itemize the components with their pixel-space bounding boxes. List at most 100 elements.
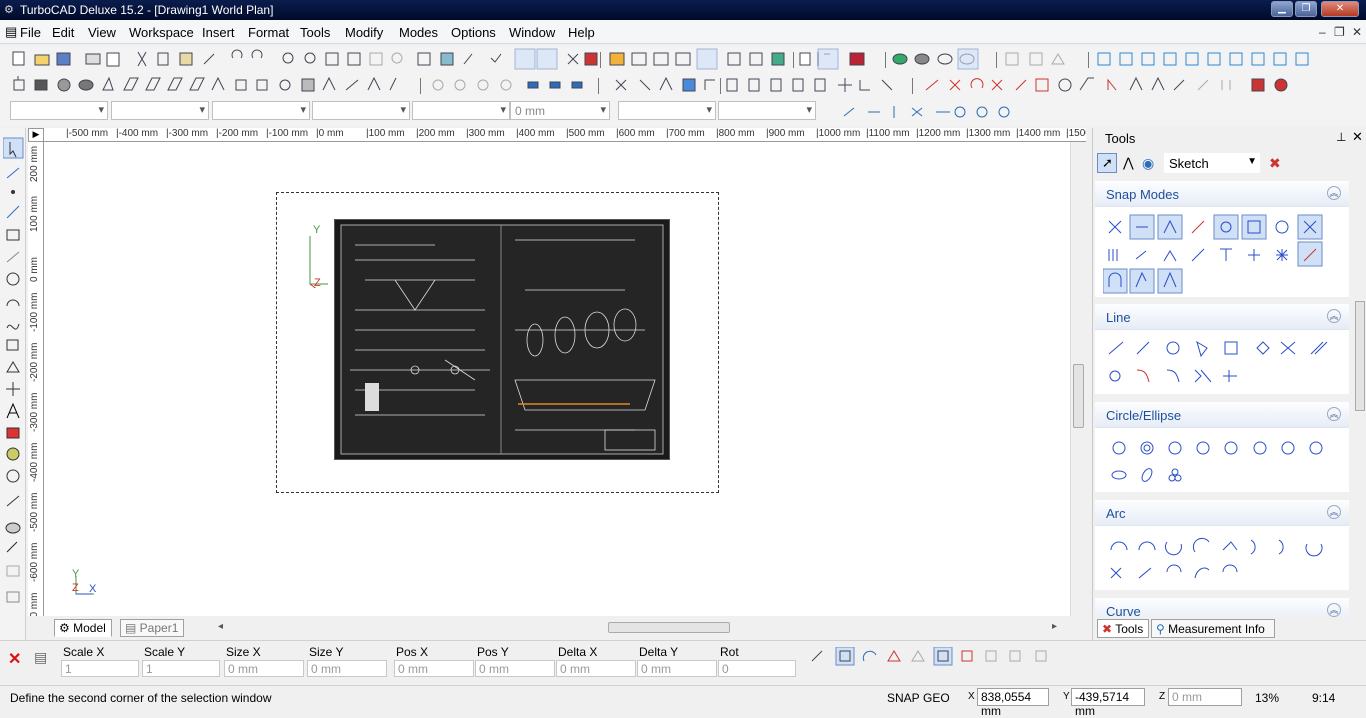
menu-help[interactable]: Help — [568, 25, 595, 40]
mdi-restore-button[interactable]: ❐ — [1334, 25, 1345, 39]
size-y-field[interactable]: 0 mm — [307, 660, 387, 677]
menu-insert[interactable]: Insert — [202, 25, 235, 40]
ruler-tick-label: |1100 mm — [866, 128, 910, 139]
snap-modes-header[interactable]: Snap Modes ︽ — [1095, 181, 1349, 207]
tab-tools[interactable]: ✖ Tools — [1097, 619, 1149, 638]
tab-model[interactable]: ⚙ Model — [54, 619, 112, 637]
close-button[interactable]: ✕ — [1321, 1, 1359, 17]
style-combo[interactable] — [718, 101, 816, 120]
label-pos-x: Pos X — [396, 645, 429, 659]
vertical-scroll-thumb[interactable] — [1073, 364, 1084, 428]
line-tool-icons[interactable] — [1105, 336, 1345, 392]
delta-y-field[interactable]: 0 mm — [637, 660, 717, 677]
globe-icon[interactable]: ◉ — [1142, 155, 1154, 172]
toolbar-icons-row2[interactable] — [0, 72, 1366, 98]
circle-tool-icons[interactable] — [1105, 436, 1345, 490]
y-coordinate-field[interactable]: -439,5714 mm — [1071, 688, 1145, 718]
collapse-icon[interactable]: ︽ — [1327, 603, 1341, 617]
menu-options[interactable]: Options — [451, 25, 496, 40]
collapse-icon[interactable]: ︽ — [1327, 407, 1341, 421]
drawing-toolbar — [0, 72, 1366, 98]
collapse-icon[interactable]: ︽ — [1327, 309, 1341, 323]
drawing-canvas[interactable]: Y Z Y Z X — [44, 142, 1070, 616]
menu-window[interactable]: Window — [509, 25, 555, 40]
mdi-minimize-button[interactable]: – — [1319, 25, 1326, 39]
minimize-button[interactable]: ▁ — [1271, 1, 1293, 17]
ruler-corner[interactable]: ▶ — [28, 128, 44, 142]
panel-close-icon[interactable]: ✕ — [1352, 129, 1363, 145]
toolbar-icons-row1[interactable] — [0, 46, 1366, 72]
arc-tool-icons[interactable] — [1105, 534, 1345, 588]
horizontal-scrollbar[interactable]: ◂ ▸ — [216, 620, 1062, 636]
ruler-tick-label: |900 mm — [766, 128, 805, 139]
menu-view[interactable]: View — [88, 25, 116, 40]
left-tool-icons[interactable] — [3, 136, 25, 631]
edit-icon[interactable]: ⋀ — [1123, 155, 1134, 171]
toolbox-tab-icon: ✖ — [1102, 622, 1113, 636]
status-bar: Define the second corner of the selectio… — [0, 685, 1366, 718]
menu-format[interactable]: Format — [248, 25, 289, 40]
fill-combo[interactable] — [618, 101, 716, 120]
pen-width-combo[interactable] — [312, 101, 410, 120]
collapse-icon[interactable]: ︽ — [1327, 186, 1341, 200]
z-coordinate-field[interactable]: 0 mm — [1168, 688, 1242, 706]
snap-toggle[interactable]: SNAP — [887, 691, 920, 705]
horizontal-scroll-thumb[interactable] — [608, 622, 730, 633]
pos-y-field[interactable]: 0 mm — [475, 660, 555, 677]
scale-x-field[interactable]: 1 — [61, 660, 139, 677]
vertical-scrollbar[interactable] — [1070, 142, 1086, 616]
local-menu-icons[interactable] — [808, 647, 1058, 667]
app-icon[interactable]: ⚙ — [4, 3, 14, 16]
x-coordinate-field[interactable]: 838,0554 mm — [977, 688, 1049, 718]
size-x-field[interactable]: 0 mm — [224, 660, 304, 677]
scale-y-field[interactable]: 1 — [142, 660, 220, 677]
scroll-left-icon[interactable]: ◂ — [218, 621, 223, 632]
properties-icon[interactable]: ▤ — [34, 649, 47, 666]
menu-modes[interactable]: Modes — [399, 25, 438, 40]
brush-combo[interactable] — [412, 101, 510, 120]
pen-style-combo[interactable] — [212, 101, 310, 120]
clock: 9:14 — [1312, 691, 1336, 705]
section-arc: Arc ︽ — [1095, 500, 1349, 590]
cancel-icon[interactable]: ✕ — [8, 649, 21, 669]
menu-modify[interactable]: Modify — [345, 25, 383, 40]
tool-category-dropdown[interactable]: Sketch ▼ — [1164, 153, 1260, 173]
ruler-tick-label: 100 mm — [29, 195, 40, 232]
maximize-button[interactable]: ❐ — [1295, 1, 1317, 17]
z-coord-icon: Z — [1159, 691, 1166, 702]
line-header[interactable]: Line ︽ — [1095, 304, 1349, 330]
menu-tools[interactable]: Tools — [300, 25, 330, 40]
snap-mode-icons[interactable] — [1103, 213, 1343, 295]
tools-scrollbar[interactable] — [1354, 183, 1366, 619]
rotation-field[interactable]: 0 — [718, 660, 796, 677]
doc-icon[interactable]: ▤ — [5, 24, 17, 40]
curve-header[interactable]: Curve ︽ — [1095, 598, 1349, 617]
geo-toggle[interactable]: GEO — [923, 691, 950, 705]
snap-toolbar-icons[interactable] — [840, 102, 1030, 122]
layer-combo[interactable] — [10, 101, 108, 120]
tab-measurement-info[interactable]: ⚲ Measurement Info — [1151, 619, 1275, 638]
tab-paper1[interactable]: ▤ Paper1 — [120, 619, 184, 637]
collapse-icon[interactable]: ︽ — [1327, 505, 1341, 519]
mdi-close-button[interactable]: ✕ — [1352, 25, 1362, 39]
color-combo[interactable] — [111, 101, 209, 120]
menu-file[interactable]: File — [20, 25, 41, 40]
menu-workspace[interactable]: Workspace — [129, 25, 194, 40]
circle-ellipse-title: Circle/Ellipse — [1106, 408, 1182, 423]
pin-icon[interactable]: ⊥ — [1336, 130, 1346, 144]
label-delta-x: Delta X — [558, 645, 598, 659]
menu-edit[interactable]: Edit — [52, 25, 74, 40]
delta-x-field[interactable]: 0 mm — [556, 660, 636, 677]
arc-header[interactable]: Arc ︽ — [1095, 500, 1349, 526]
ruler-tick-label: -200 mm — [29, 342, 40, 382]
pos-x-field[interactable]: 0 mm — [394, 660, 474, 677]
toolbox-icon[interactable]: ✖ — [1269, 155, 1281, 172]
blueprint-image[interactable] — [334, 219, 670, 460]
model-icon: ⚙ — [59, 621, 74, 635]
tools-scroll-thumb[interactable] — [1355, 301, 1365, 411]
circle-ellipse-header[interactable]: Circle/Ellipse ︽ — [1095, 402, 1349, 428]
thickness-combo[interactable]: 0 mm — [510, 101, 610, 120]
property-toolbar: 0 mm — [0, 98, 1366, 126]
standard-toolbar — [0, 46, 1366, 72]
scroll-right-icon[interactable]: ▸ — [1052, 621, 1057, 632]
